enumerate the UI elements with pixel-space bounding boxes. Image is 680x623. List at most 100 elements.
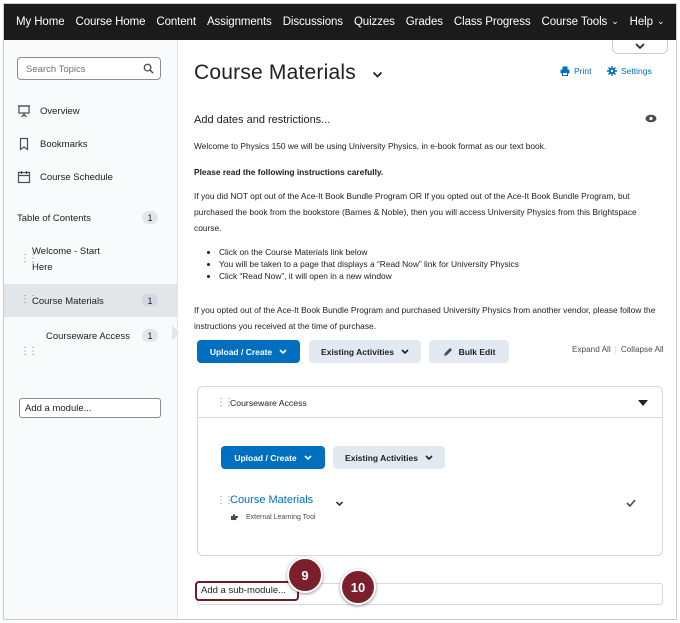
- button-label: Existing Activities: [345, 452, 418, 463]
- print-button[interactable]: Print: [560, 66, 591, 76]
- list-item: You will be taken to a page that display…: [219, 258, 519, 270]
- nav-item-content[interactable]: Content: [156, 16, 196, 28]
- sidebar-item-label: Course Schedule: [40, 171, 113, 183]
- nav-item-label: Course Tools: [541, 16, 608, 28]
- gear-icon: [607, 66, 617, 76]
- module-label: Courseware Access: [46, 331, 130, 342]
- nav-item-course-home[interactable]: Course Home: [76, 16, 146, 28]
- sidebar-item-bookmarks[interactable]: Bookmarks: [17, 137, 88, 151]
- count-badge: 1: [142, 211, 158, 224]
- nav-item-label: Grades: [405, 16, 443, 28]
- sidebar-module-courseware-access[interactable]: ⋮⋮ Courseware Access 1: [4, 325, 177, 380]
- button-label: Bulk Edit: [458, 346, 496, 357]
- instructions-heading: Please read the following instructions c…: [194, 164, 669, 180]
- pencil-icon: [443, 347, 452, 356]
- collapse-all-link[interactable]: Collapse All: [621, 345, 664, 354]
- sidebar-item-course-schedule[interactable]: Course Schedule: [17, 170, 113, 184]
- search-icon[interactable]: [143, 63, 154, 74]
- module-label: Welcome - Start Here: [32, 246, 100, 273]
- nav-item-label: Discussions: [282, 16, 343, 28]
- top-navbar: My Home Course Home Content Assignments Disc…: [4, 4, 676, 40]
- expand-all-link[interactable]: Expand All: [572, 345, 611, 354]
- settings-button[interactable]: Settings: [607, 66, 652, 76]
- topic-type: External Learning Tool: [230, 513, 316, 521]
- sidebar: Search Topics Overview Bookmarks Course …: [4, 40, 179, 619]
- chevron-down-icon: ⌄: [611, 16, 619, 26]
- add-module-input[interactable]: Add a module...: [19, 398, 161, 418]
- nav-item-my-home[interactable]: My Home: [16, 16, 65, 28]
- nav-item-label: Assignments: [206, 16, 272, 28]
- nav-item-discussions[interactable]: Discussions: [283, 16, 343, 28]
- add-dates-restrictions-link[interactable]: Add dates and restrictions...: [194, 114, 330, 126]
- nav-item-label: Content: [156, 16, 196, 28]
- eye-icon[interactable]: [645, 114, 657, 123]
- nav-item-quizzes[interactable]: Quizzes: [354, 16, 395, 28]
- caret-down-icon[interactable]: [638, 400, 648, 406]
- search-topics-input[interactable]: Search Topics: [17, 57, 161, 80]
- presentation-icon: [18, 105, 30, 118]
- nav-item-help[interactable]: Help ⌄: [630, 16, 665, 28]
- step-marker-10: 10: [340, 569, 376, 605]
- upload-create-button[interactable]: Upload / Create: [197, 340, 300, 363]
- nav-item-label: My Home: [16, 16, 65, 28]
- button-label: Upload / Create: [234, 452, 297, 463]
- chevron-down-icon[interactable]: [372, 71, 383, 79]
- divider: |: [614, 345, 617, 354]
- settings-label: Settings: [621, 66, 652, 76]
- sidebar-module-course-materials[interactable]: ⋮⋮ Course Materials 1: [4, 284, 177, 317]
- opt-out-paragraph: If you did NOT opt out of the Ace-It Boo…: [194, 191, 637, 234]
- welcome-paragraph: Welcome to Physics 150 we will be using …: [194, 141, 547, 151]
- count-badge: 1: [142, 294, 158, 307]
- vendor-paragraph: If you opted out of the Ace-It Book Bund…: [194, 305, 656, 332]
- page-title: Course Materials: [194, 61, 356, 84]
- table-of-contents-link[interactable]: Table of Contents: [17, 213, 91, 224]
- checkmark-icon: [626, 499, 636, 507]
- topic-type-label: External Learning Tool: [246, 513, 316, 521]
- search-placeholder: Search Topics: [26, 64, 86, 75]
- add-submodule-field[interactable]: Add a sub-module...: [195, 581, 663, 605]
- button-label: Upload / Create: [209, 346, 273, 357]
- nav-item-label: Class Progress: [453, 16, 531, 28]
- nav-item-grades[interactable]: Grades: [406, 16, 443, 28]
- nav-item-assignments[interactable]: Assignments: [207, 16, 272, 28]
- nav-item-label: Course Home: [75, 16, 146, 28]
- drag-handle-icon[interactable]: ⋮⋮: [20, 347, 38, 357]
- puzzle-icon: [231, 514, 238, 521]
- list-item: Click “Read Now”, it will open in a new …: [219, 270, 519, 282]
- submodule-existing-activities-button[interactable]: Existing Activities: [333, 446, 445, 469]
- chevron-down-icon: [279, 348, 287, 354]
- sidebar-item-label: Bookmarks: [40, 138, 88, 150]
- nav-item-label: Quizzes: [353, 16, 395, 28]
- sidebar-item-label: Overview: [40, 105, 80, 117]
- chevron-down-icon: [401, 348, 409, 354]
- topic-link[interactable]: Course Materials: [230, 494, 313, 506]
- submodule-header[interactable]: ⋮⋮ Courseware Access: [198, 387, 662, 418]
- add-submodule-input[interactable]: Add a sub-module...: [195, 581, 299, 601]
- instructions-text: Please read the following instructions c…: [194, 167, 384, 177]
- sidebar-module-welcome[interactable]: ⋮⋮ Welcome - Start Here: [4, 238, 177, 278]
- bulk-edit-button[interactable]: Bulk Edit: [429, 340, 509, 363]
- nav-item-course-tools[interactable]: Course Tools ⌄: [542, 16, 619, 28]
- submodule-card: ⋮⋮ Courseware Access Upload / Create Exi…: [197, 386, 663, 556]
- module-label: Course Materials: [32, 296, 104, 307]
- chevron-down-icon: [304, 454, 312, 460]
- chevron-down-icon[interactable]: [335, 501, 344, 507]
- nav-item-class-progress[interactable]: Class Progress: [454, 16, 531, 28]
- calendar-icon: [17, 171, 31, 184]
- count-badge: 1: [142, 329, 158, 342]
- step-marker-9: 9: [287, 557, 323, 593]
- expand-collapse-links: Expand All | Collapse All: [572, 345, 664, 354]
- app-window: My Home Course Home Content Assignments Disc…: [3, 3, 677, 620]
- chevron-down-icon: ⌄: [656, 16, 665, 26]
- chevron-down-icon: [425, 454, 433, 460]
- print-label: Print: [574, 66, 592, 76]
- submodule-upload-create-button[interactable]: Upload / Create: [221, 446, 325, 469]
- existing-activities-button[interactable]: Existing Activities: [309, 340, 421, 363]
- submodule-title: Courseware Access: [230, 398, 307, 408]
- instruction-list: Click on the Course Materials link below…: [219, 246, 519, 283]
- main-content: Course Materials Print Settings Add date…: [179, 40, 676, 619]
- button-label: Existing Activities: [321, 346, 394, 357]
- printer-icon: [560, 66, 570, 76]
- nav-item-label: Help: [629, 16, 653, 28]
- sidebar-item-overview[interactable]: Overview: [17, 104, 80, 118]
